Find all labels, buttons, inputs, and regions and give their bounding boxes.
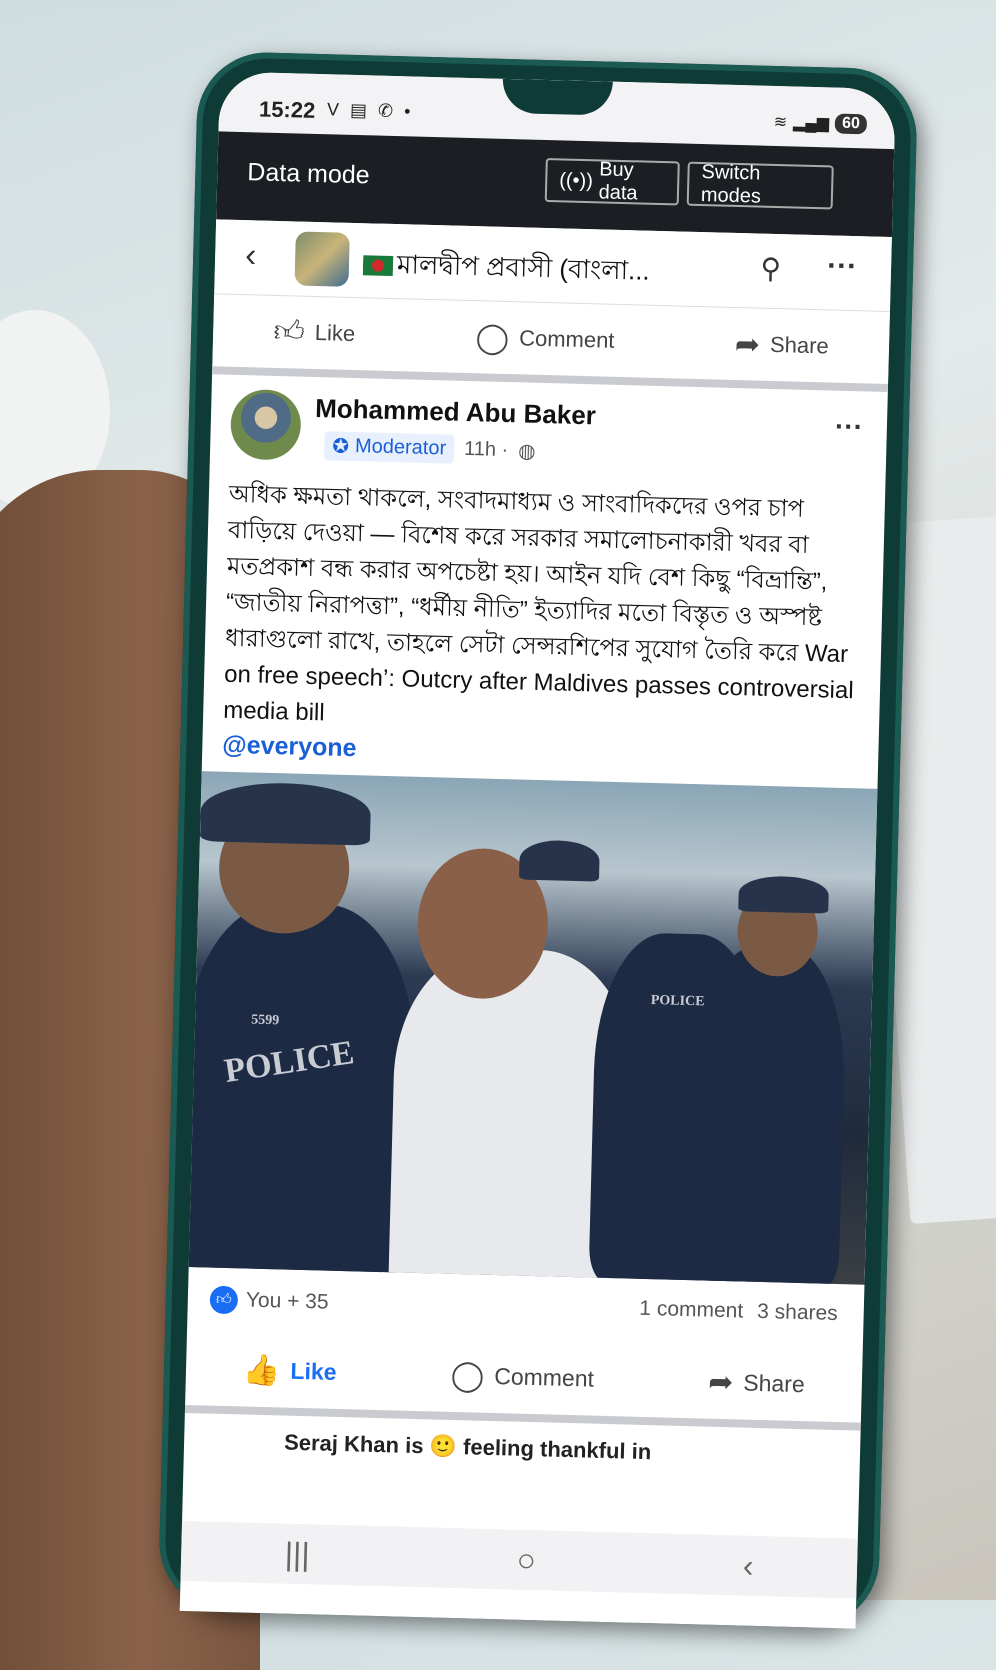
group-avatar[interactable] (294, 231, 350, 287)
comment-bubble-icon: ◯ (450, 1358, 485, 1393)
screen: 15:22 V ▤ ✆ • ≋ ▂▄▆ 60 Data mode ((•)) B… (179, 71, 896, 1629)
share-arrow-icon: ➦ (734, 327, 761, 362)
phone: 15:22 V ▤ ✆ • ≋ ▂▄▆ 60 Data mode ((•)) B… (157, 50, 919, 1630)
group-title[interactable]: মালদ্বীপ প্রবাসী (বাংলা... (362, 243, 683, 295)
bangladesh-flag-icon (362, 255, 394, 277)
like-button[interactable]: 👍 Like (243, 1352, 337, 1389)
author-name[interactable]: Mohammed Abu Baker (315, 393, 596, 431)
comment-button[interactable]: ◯ Comment (450, 1357, 594, 1396)
top-like-button[interactable]: 👍︎ Like (273, 314, 356, 352)
top-share-label: Share (769, 331, 830, 359)
back-button[interactable]: ‹ (742, 1547, 754, 1584)
share-arrow-icon: ➦ (707, 1365, 734, 1399)
thumbs-up-filled-icon: 👍 (242, 1352, 281, 1387)
signal-icon: ▂▄▆ (792, 114, 830, 133)
share-count[interactable]: 3 shares (757, 1300, 838, 1326)
thumbs-up-icon: 👍︎ (273, 314, 306, 349)
android-nav-bar: ||| ○ ‹ (180, 1520, 858, 1599)
comment-label: Comment (493, 1362, 595, 1392)
post-time[interactable]: 11h · (464, 438, 509, 462)
post-meta: ✪ Moderator 11h · ◍ (323, 431, 536, 466)
shield-icon: ✪ (331, 435, 350, 458)
officer-right-cap (738, 875, 830, 914)
wifi-icon: ≋ (773, 113, 788, 132)
antenna-icon: ((•)) (559, 168, 594, 192)
post-photo[interactable]: POLICE 5599 POLICE (188, 771, 878, 1285)
officer-center-cap (518, 839, 600, 882)
officer-right (688, 944, 848, 1285)
officer-left-cap (199, 781, 372, 846)
like-reaction-icon: 👍︎ (209, 1285, 239, 1315)
group-title-text: মালদ্বীপ প্রবাসী (বাংলা... (396, 249, 651, 286)
recents-button[interactable]: ||| (284, 1535, 310, 1573)
police-small-text: POLICE (650, 993, 705, 1010)
buy-data-label: Buy data (598, 158, 638, 205)
top-like-label: Like (314, 319, 356, 347)
moderator-badge: ✪ Moderator (323, 431, 455, 464)
data-mode-label: Data mode (247, 158, 371, 190)
engagement-stats: 1 comment 3 shares (639, 1297, 838, 1326)
post-header: Mohammed Abu Baker ✪ Moderator 11h · ◍ ·… (209, 374, 887, 492)
like-count-label: You + 35 (245, 1288, 329, 1314)
back-arrow-icon[interactable]: ‹ (245, 236, 257, 275)
badge-number: 5599 (250, 1012, 280, 1029)
clock: 15:22 (258, 96, 316, 123)
top-comment-label: Comment (518, 325, 615, 353)
moderator-label: Moderator (354, 435, 447, 460)
more-options-icon[interactable]: ··· (827, 249, 858, 284)
top-comment-button[interactable]: ◯ Comment (475, 320, 615, 359)
globe-icon: ◍ (517, 440, 536, 463)
home-button[interactable]: ○ (516, 1541, 536, 1578)
top-share-button[interactable]: ➦ Share (734, 326, 829, 363)
buy-data-button[interactable]: ((•)) Buy data (544, 157, 680, 206)
camera-notch (502, 78, 613, 116)
like-label: Like (290, 1357, 337, 1385)
next-post-preview[interactable]: Seraj Khan is 🙂 feeling thankful in (183, 1413, 861, 1515)
search-icon[interactable]: ⚲ (760, 252, 781, 286)
notification-icons: V ▤ ✆ • (326, 99, 414, 122)
switch-modes-button[interactable]: Switch modes (686, 161, 834, 210)
share-label: Share (743, 1369, 806, 1397)
share-button[interactable]: ➦ Share (708, 1364, 805, 1402)
author-avatar[interactable] (229, 388, 302, 461)
post-body: অধিক ক্ষমতা থাকলে, সংবাদমাধ্যম ও সাংবাদি… (222, 480, 854, 727)
like-count[interactable]: 👍︎ You + 35 (209, 1285, 329, 1317)
battery-icon: 60 (834, 113, 868, 135)
status-right: ≋ ▂▄▆ 60 (773, 112, 868, 135)
comment-count[interactable]: 1 comment (639, 1297, 743, 1324)
officer-left (188, 900, 419, 1285)
comment-bubble-icon: ◯ (475, 320, 510, 355)
post-more-icon[interactable]: ··· (835, 411, 864, 444)
